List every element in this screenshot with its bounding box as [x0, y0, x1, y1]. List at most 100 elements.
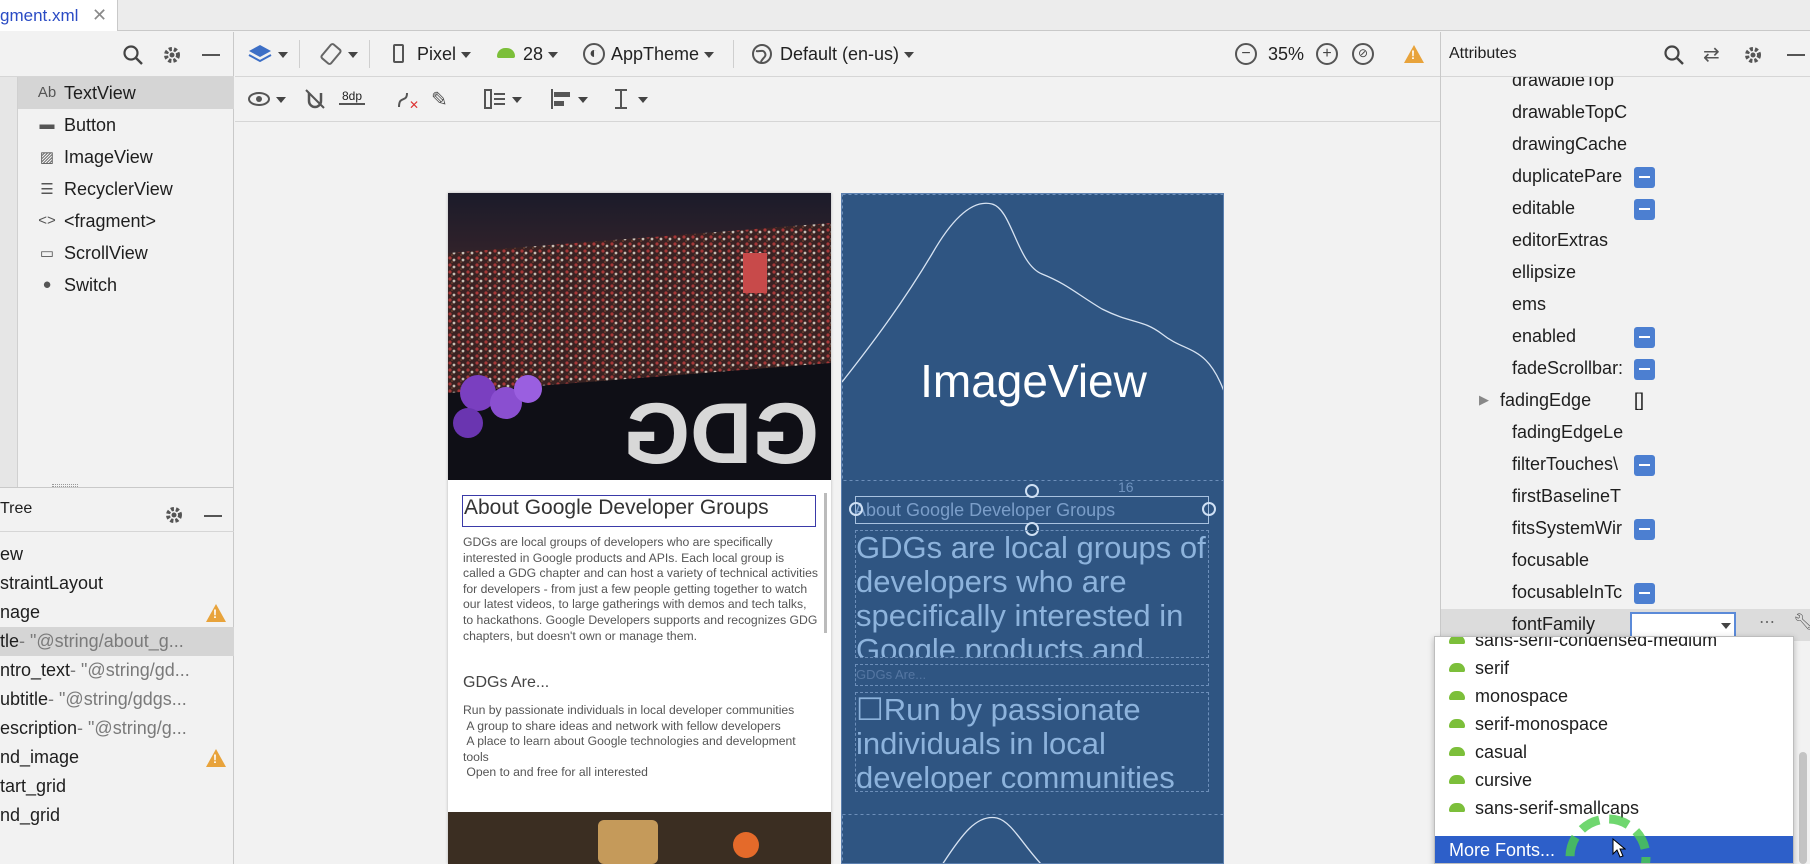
- tree-row[interactable]: escription- "@string/g...: [0, 714, 234, 743]
- left-anchor-handle[interactable]: [849, 502, 863, 516]
- swap-view-icon[interactable]: ⇄: [1703, 42, 1720, 67]
- tree-row[interactable]: ubtitle- "@string/gdgs...: [0, 685, 234, 714]
- tree-row[interactable]: nd_image: [0, 743, 234, 772]
- flag-toggle[interactable]: [1634, 455, 1655, 476]
- palette-item-recyclerview[interactable]: ☰ RecyclerView: [18, 173, 234, 205]
- minimize-icon[interactable]: [1787, 54, 1805, 56]
- minimize-icon[interactable]: [202, 54, 220, 56]
- attr-row[interactable]: ellipsize: [1441, 257, 1810, 289]
- attr-row[interactable]: fadingEdgeLe: [1441, 417, 1810, 449]
- description-outline[interactable]: ☐Run by passionate individuals in local …: [855, 692, 1209, 792]
- attr-row[interactable]: fadeScrollbar:: [1441, 353, 1810, 385]
- blueprint-surface[interactable]: ImageView 16 About Google Developer Grou…: [841, 193, 1224, 864]
- bottom-image[interactable]: [448, 812, 831, 864]
- device-dropdown[interactable]: Pixel: [417, 44, 472, 65]
- expand-arrow-icon[interactable]: ▶: [1479, 392, 1489, 408]
- header-image[interactable]: GDG: [448, 193, 831, 480]
- flag-toggle[interactable]: [1634, 359, 1655, 380]
- attr-row[interactable]: focusable: [1441, 545, 1810, 577]
- title-outline[interactable]: About Google Developer Groups: [854, 496, 1209, 524]
- font-option[interactable]: serif: [1435, 655, 1793, 683]
- tree-row[interactable]: nd_grid: [0, 801, 234, 830]
- guidelines-icon[interactable]: [611, 87, 631, 111]
- flag-toggle[interactable]: [1634, 199, 1655, 220]
- font-family-combo[interactable]: [1630, 612, 1736, 638]
- font-option[interactable]: serif-monospace: [1435, 711, 1793, 739]
- default-margin-button[interactable]: 8dp: [339, 89, 366, 105]
- chevron-down-icon[interactable]: [278, 52, 288, 58]
- attr-row[interactable]: firstBaselineT: [1441, 481, 1810, 513]
- flag-toggle[interactable]: [1634, 327, 1655, 348]
- zoom-in-icon[interactable]: +: [1316, 43, 1338, 65]
- attr-row[interactable]: duplicatePare: [1441, 161, 1810, 193]
- tree-row[interactable]: straintLayout: [0, 569, 234, 598]
- magic-wand-icon[interactable]: ✎: [431, 87, 448, 112]
- api-level-dropdown[interactable]: 28: [523, 44, 559, 65]
- scrollbar[interactable]: [1799, 752, 1807, 864]
- flag-toggle[interactable]: [1634, 167, 1655, 188]
- palette-item-button[interactable]: ▬ Button: [18, 109, 234, 141]
- align-icon[interactable]: [549, 87, 573, 111]
- tree-row[interactable]: tle- "@string/about_g...: [0, 627, 234, 656]
- attr-row[interactable]: drawableTop: [1441, 77, 1810, 97]
- attr-row[interactable]: editable: [1441, 193, 1810, 225]
- wrench-icon[interactable]: 🔧︎: [1793, 612, 1810, 632]
- palette-item-fragment[interactable]: <> <fragment>: [18, 205, 234, 237]
- close-icon[interactable]: ✕: [92, 5, 107, 26]
- font-option[interactable]: casual: [1435, 739, 1793, 767]
- locale-dropdown[interactable]: Default (en-us): [780, 44, 915, 65]
- theme-dropdown[interactable]: AppTheme: [611, 44, 715, 65]
- flag-toggle[interactable]: [1634, 519, 1655, 540]
- zoom-out-icon[interactable]: −: [1235, 43, 1257, 65]
- attr-row[interactable]: editorExtras: [1441, 225, 1810, 257]
- tree-row[interactable]: tart_grid: [0, 772, 234, 801]
- attr-row[interactable]: fitsSystemWir: [1441, 513, 1810, 545]
- warning-icon[interactable]: [206, 604, 226, 622]
- search-icon[interactable]: [1663, 44, 1685, 66]
- chevron-down-icon[interactable]: [578, 97, 588, 103]
- gear-icon[interactable]: [164, 505, 184, 525]
- attr-row[interactable]: filterTouches\: [1441, 449, 1810, 481]
- attr-row[interactable]: focusableInTc: [1441, 577, 1810, 609]
- layers-icon[interactable]: [247, 42, 273, 66]
- chevron-down-icon[interactable]: [512, 97, 522, 103]
- top-anchor-handle[interactable]: [1025, 484, 1039, 498]
- orientation-icon[interactable]: [319, 42, 343, 66]
- font-option[interactable]: sans-serif-condensed-medium: [1435, 637, 1793, 655]
- eye-icon[interactable]: [247, 90, 273, 108]
- palette-item-scrollview[interactable]: ▭ ScrollView: [18, 237, 234, 269]
- layout-canvas[interactable]: [235, 122, 1440, 864]
- intro-outline[interactable]: GDGs are local groups of developers who …: [855, 530, 1209, 658]
- title-text[interactable]: About Google Developer Groups: [462, 495, 816, 527]
- subtitle-outline[interactable]: GDGs Are...: [855, 664, 1209, 686]
- warning-icon[interactable]: [1404, 45, 1424, 63]
- pack-icon[interactable]: [483, 87, 507, 111]
- gear-icon[interactable]: [1743, 45, 1763, 65]
- attr-row[interactable]: ems: [1441, 289, 1810, 321]
- chevron-down-icon[interactable]: [638, 97, 648, 103]
- font-family-dropdown[interactable]: sans-serif-condensed-medium serif monosp…: [1434, 636, 1794, 864]
- gear-icon[interactable]: [162, 45, 182, 65]
- flag-toggle[interactable]: [1634, 583, 1655, 604]
- subtitle-text[interactable]: GDGs Are...: [463, 674, 549, 692]
- design-surface[interactable]: GDG About Google Developer Groups GDGs a…: [448, 193, 831, 864]
- attr-row-expandable[interactable]: ▶ fadingEdge []: [1441, 385, 1810, 417]
- palette-item-imageview[interactable]: ▨ ImageView: [18, 141, 234, 173]
- minimize-icon[interactable]: [204, 515, 222, 517]
- palette-item-textview[interactable]: Ab TextView: [18, 77, 234, 109]
- chevron-down-icon[interactable]: [348, 52, 358, 58]
- palette-item-switch[interactable]: ● Switch: [18, 269, 234, 301]
- attr-row[interactable]: drawingCache: [1441, 129, 1810, 161]
- autoconnect-off-icon[interactable]: [303, 87, 327, 111]
- attr-row[interactable]: enabled: [1441, 321, 1810, 353]
- right-anchor-handle[interactable]: [1202, 502, 1216, 516]
- tree-row[interactable]: ew: [0, 540, 234, 569]
- font-option[interactable]: monospace: [1435, 683, 1793, 711]
- chevron-down-icon[interactable]: [1721, 623, 1731, 629]
- warning-icon[interactable]: [206, 749, 226, 767]
- scrollbar[interactable]: [824, 493, 827, 633]
- tab-fragment-xml[interactable]: gment.xml ✕: [0, 0, 118, 31]
- chevron-down-icon[interactable]: [276, 97, 286, 103]
- description-text[interactable]: Run by passionate individuals in local d…: [463, 703, 818, 781]
- intro-text[interactable]: GDGs are local groups of developers who …: [463, 535, 818, 644]
